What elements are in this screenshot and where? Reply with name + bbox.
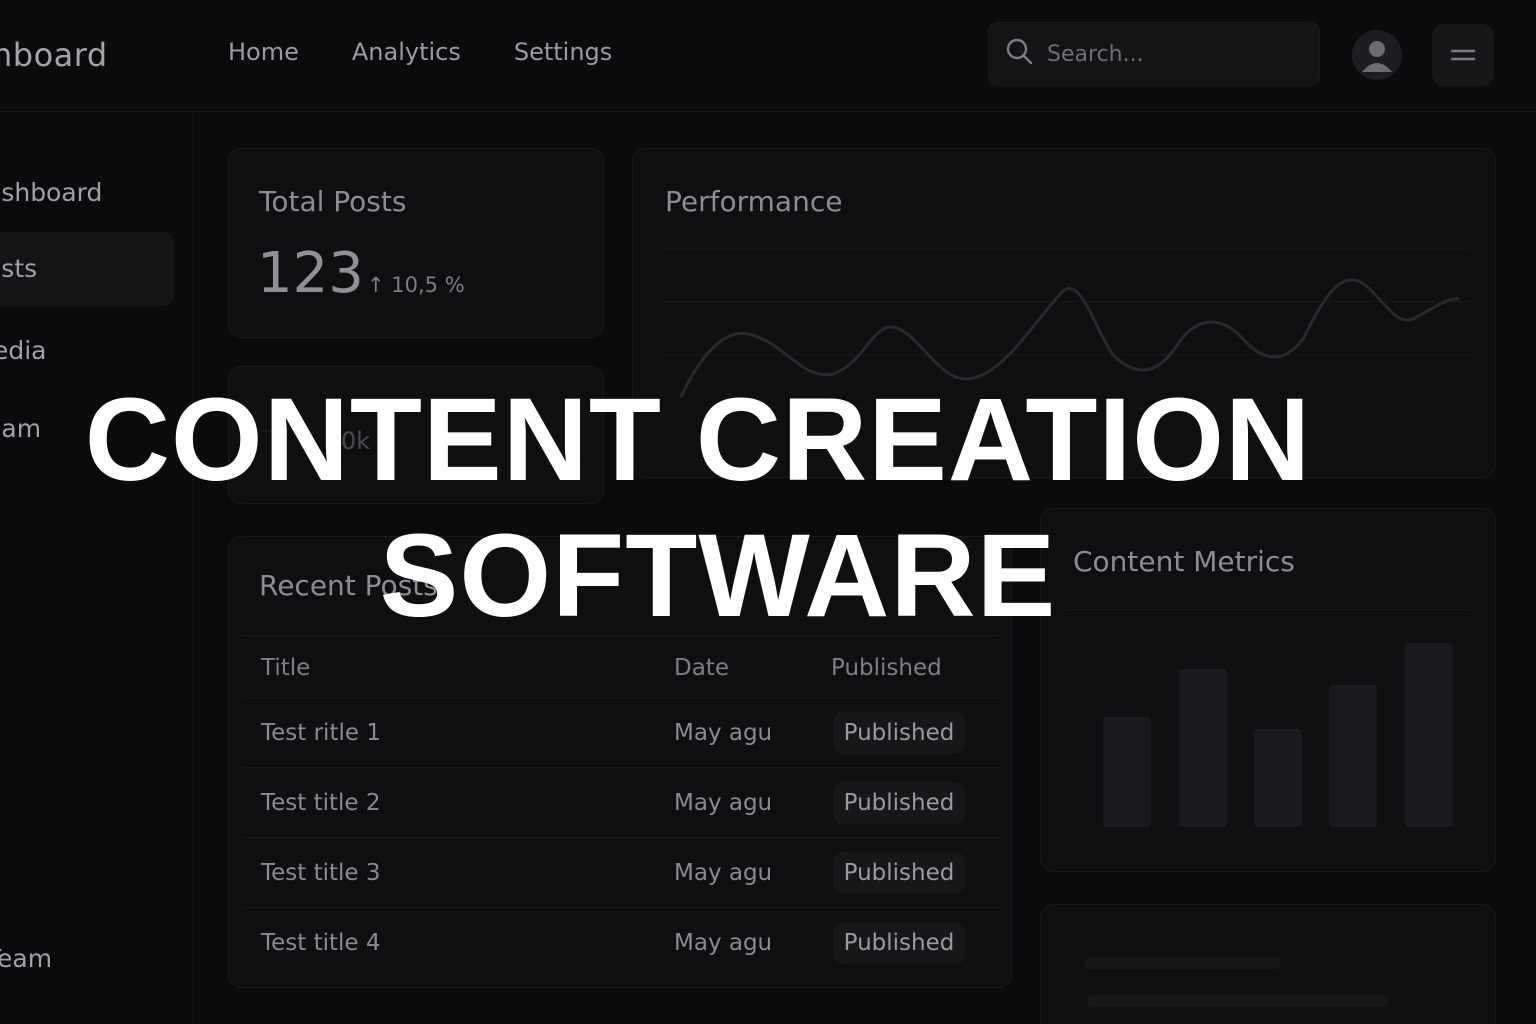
app-title: hboard — [0, 36, 108, 74]
table-row[interactable]: Test title 2 May agu Published — [241, 767, 1001, 837]
search-input[interactable] — [1047, 41, 1297, 67]
row-date: May agu — [674, 930, 773, 956]
sidebar-item-posts[interactable]: osts — [0, 232, 174, 306]
row-title: Test title 3 — [261, 860, 381, 886]
user-icon — [1362, 41, 1392, 72]
table-row[interactable]: Test ritle 1 May agu Published — [241, 697, 1001, 767]
chart-bar — [1103, 717, 1151, 827]
total-posts-card: Total Posts 123 ↑ 10,5 % — [228, 148, 604, 338]
column-header-published[interactable]: Published — [831, 655, 942, 681]
nav-settings[interactable]: Settings — [514, 38, 612, 66]
sidebar-item-dashboard[interactable]: ashboard — [0, 156, 174, 230]
row-title: Test ritle 1 — [261, 720, 381, 746]
table-row[interactable]: Test title 4 May agu Published — [241, 907, 1001, 977]
chart-bar — [1329, 685, 1377, 827]
nav-home[interactable]: Home — [228, 38, 299, 66]
status-badge: Published — [833, 712, 965, 754]
top-bar: hboard Home Analytics Settings — [0, 0, 1536, 112]
nav-analytics[interactable]: Analytics — [352, 38, 461, 66]
total-posts-value: 123 — [257, 241, 364, 306]
avatar[interactable] — [1352, 30, 1402, 80]
search-box[interactable] — [988, 22, 1320, 86]
row-title: Test title 4 — [261, 930, 381, 956]
column-header-title[interactable]: Title — [261, 655, 310, 681]
table-row[interactable]: Test title 3 May agu Published — [241, 837, 1001, 907]
row-date: May agu — [674, 790, 773, 816]
total-posts-title: Total Posts — [259, 185, 407, 218]
app-root: hboard Home Analytics Settings ashboard … — [0, 0, 1536, 1024]
status-badge: Published — [833, 782, 965, 824]
chart-bar — [1254, 729, 1302, 827]
skeleton-line — [1085, 957, 1281, 969]
status-badge: Published — [833, 922, 965, 964]
chart-bar — [1405, 643, 1453, 827]
chart-bar — [1179, 669, 1227, 827]
headline-overlay: CONTENT CREATION SOFTWARE — [0, 372, 1396, 644]
sidebar-item-team-bottom[interactable]: Team — [0, 922, 174, 996]
total-posts-delta: ↑ 10,5 % — [367, 273, 465, 297]
menu-button[interactable] — [1432, 24, 1494, 86]
search-icon — [1005, 37, 1035, 71]
headline-line-2: SOFTWARE — [379, 510, 1057, 642]
headline-line-1: CONTENT CREATION — [84, 374, 1312, 506]
bottom-card — [1040, 904, 1496, 1024]
column-header-date[interactable]: Date — [674, 655, 729, 681]
hamburger-icon — [1450, 49, 1476, 61]
row-date: May agu — [674, 720, 773, 746]
main-nav: Home Analytics Settings — [228, 38, 612, 66]
skeleton-line — [1087, 995, 1389, 1007]
row-date: May agu — [674, 860, 773, 886]
status-badge: Published — [833, 852, 965, 894]
row-title: Test title 2 — [261, 790, 381, 816]
